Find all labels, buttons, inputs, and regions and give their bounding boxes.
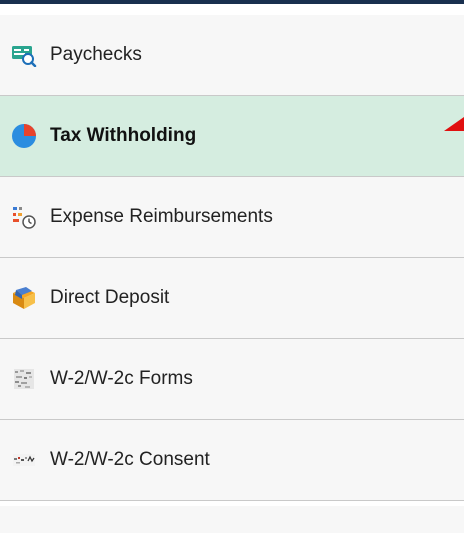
nav-item-label: Direct Deposit	[50, 286, 170, 308]
nav-list: Paychecks Tax Withholding Expense Reimbu…	[0, 15, 464, 501]
nav-item-expense-reimbursements[interactable]: Expense Reimbursements	[0, 177, 464, 258]
nav-item-label: Expense Reimbursements	[50, 205, 273, 227]
nav-item-paychecks[interactable]: Paychecks	[0, 15, 464, 96]
consent-icon	[10, 446, 38, 474]
nav-item-label: Tax Withholding	[50, 124, 197, 146]
nav-item-label: W-2/W-2c Consent	[50, 448, 210, 470]
nav-bottom-area	[0, 506, 464, 533]
nav-item-tax-withholding[interactable]: Tax Withholding	[0, 96, 464, 177]
direct-deposit-icon	[10, 284, 38, 312]
navigation-panel: Paychecks Tax Withholding Expense Reimbu…	[0, 0, 464, 533]
nav-item-w2-consent[interactable]: W-2/W-2c Consent	[0, 420, 464, 501]
selected-indicator-icon	[442, 115, 464, 133]
nav-item-direct-deposit[interactable]: Direct Deposit	[0, 258, 464, 339]
pie-chart-icon	[10, 122, 38, 150]
nav-item-w2-forms[interactable]: W-2/W-2c Forms	[0, 339, 464, 420]
top-border-bar	[0, 0, 464, 13]
expense-clock-icon	[10, 203, 38, 231]
forms-icon	[10, 365, 38, 393]
paycheck-icon	[10, 41, 38, 69]
nav-item-label: W-2/W-2c Forms	[50, 367, 193, 389]
nav-item-label: Paychecks	[50, 43, 142, 65]
